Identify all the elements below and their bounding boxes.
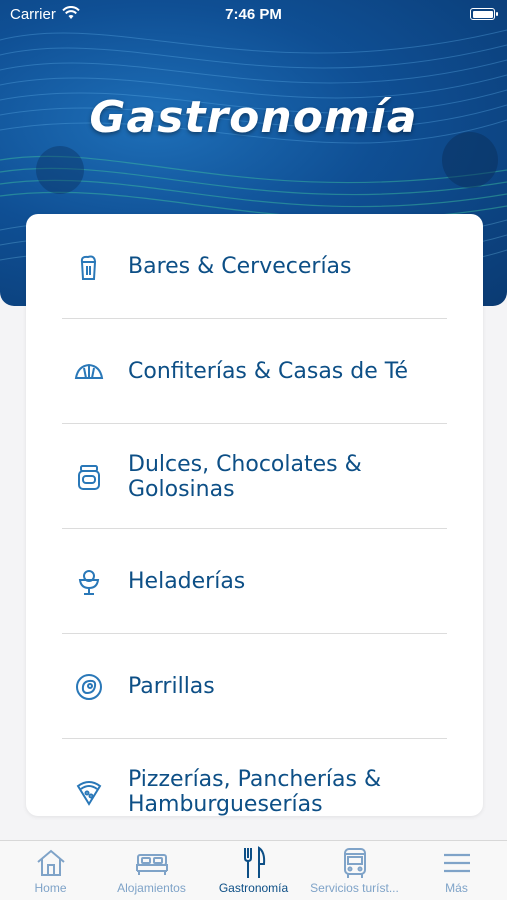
tab-mas[interactable]: Más (406, 845, 507, 900)
bed-icon (101, 845, 202, 881)
tab-label: Home (34, 881, 67, 895)
category-item-dulces[interactable]: Dulces, Chocolates & Golosinas (26, 424, 483, 529)
category-label: Dulces, Chocolates & Golosinas (128, 451, 362, 502)
page-title: Gastronomía (89, 92, 418, 143)
tab-gastronomia[interactable]: Gastronomía (203, 845, 304, 900)
clock: 7:46 PM (225, 6, 282, 23)
tab-alojamientos[interactable]: Alojamientos (101, 845, 202, 900)
category-list: Bares & Cervecerías Confiterías & Casas … (26, 214, 483, 816)
category-item-parrillas[interactable]: Parrillas (26, 634, 483, 739)
tab-label: Más (445, 881, 468, 895)
tab-label: Alojamientos (117, 881, 186, 895)
pizza-icon (74, 777, 104, 807)
house-icon (0, 845, 101, 881)
category-label: Confiterías & Casas de Té (128, 359, 408, 384)
tab-servicios-turisticos[interactable]: Servicios turíst... (304, 845, 405, 900)
tab-label: Gastronomía (218, 881, 289, 895)
menu-icon (406, 845, 507, 881)
beer-mug-icon (74, 252, 104, 282)
battery-icon (470, 8, 498, 20)
steak-icon (74, 672, 104, 702)
category-label: Heladerías (128, 569, 246, 594)
status-bar: Carrier 7:46 PM (0, 0, 507, 28)
category-label: Parrillas (128, 674, 215, 699)
fork-knife-icon (203, 845, 304, 881)
croissant-icon (74, 357, 104, 387)
category-item-bares[interactable]: Bares & Cervecerías (26, 214, 483, 319)
ice-cream-cup-icon (74, 567, 104, 597)
category-item-heladerias[interactable]: Heladerías (26, 529, 483, 634)
category-label: Pizzerías, Pancherías & Hamburgueserías (128, 766, 382, 817)
jar-icon (74, 462, 104, 492)
tab-bar: Home Alojamientos Gastronomía Servicios … (0, 840, 507, 900)
tab-label: Servicios turíst... (310, 881, 399, 895)
category-item-confiterias[interactable]: Confiterías & Casas de Té (26, 319, 483, 424)
bus-icon (304, 845, 405, 881)
tab-home[interactable]: Home (0, 845, 101, 900)
category-item-pizzerias[interactable]: Pizzerías, Pancherías & Hamburgueserías (26, 739, 483, 816)
category-label: Bares & Cervecerías (128, 254, 352, 279)
